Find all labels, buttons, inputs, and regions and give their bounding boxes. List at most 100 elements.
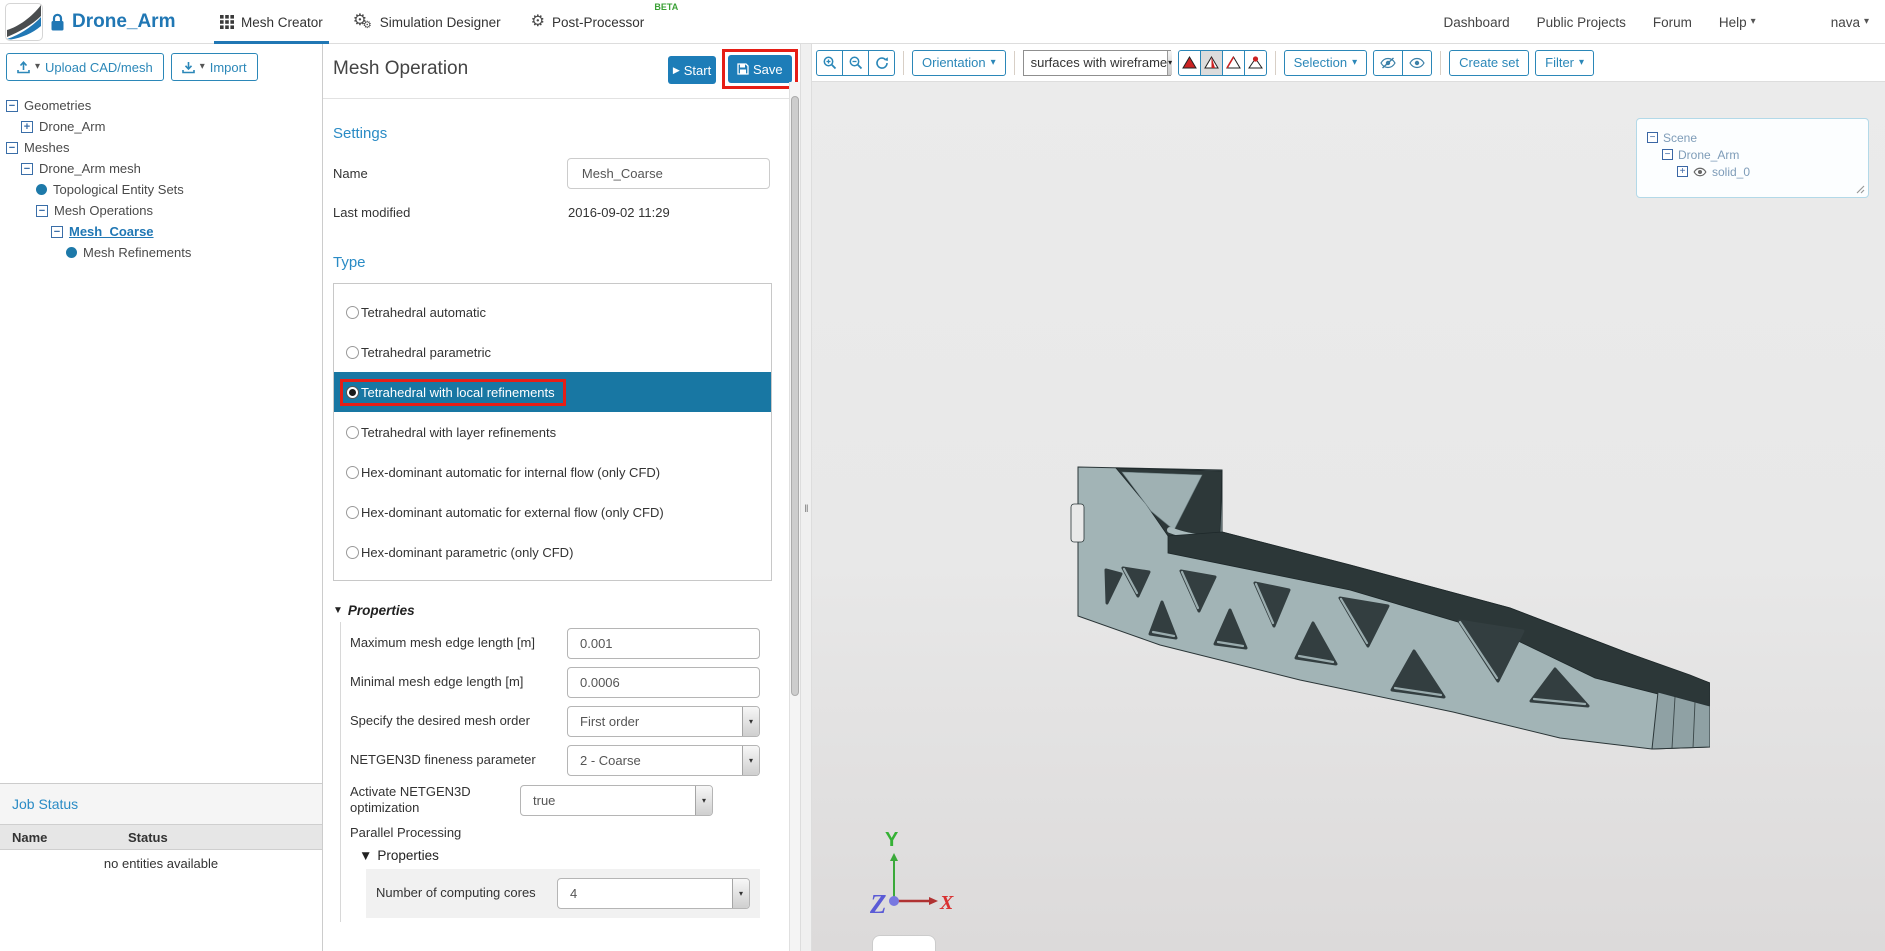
collapse-icon[interactable]: −: [6, 141, 18, 154]
import-button[interactable]: ▾ Import: [170, 53, 258, 81]
splitter-grip-icon[interactable]: ‖: [802, 504, 811, 515]
type-option-hex-internal-flow[interactable]: Hex-dominant automatic for internal flow…: [334, 452, 771, 492]
scene-node-root[interactable]: − Scene: [1647, 129, 1858, 146]
radio-checked-icon[interactable]: [346, 385, 359, 399]
render-canvas[interactable]: − Scene − Drone_Arm + solid_0 Y Z X: [812, 82, 1885, 951]
expand-icon[interactable]: +: [21, 120, 33, 133]
radio-icon[interactable]: [346, 425, 359, 439]
main-tabs: Mesh Creator ⚙ ⚙ Simulation Designer ⚙ P…: [214, 0, 679, 44]
mesh-order-select[interactable]: First order ▾: [567, 706, 760, 737]
render-surfaces-wireframe-button[interactable]: [1199, 49, 1223, 76]
chevron-down-icon: ▾: [199, 61, 205, 72]
orientation-dropdown-button[interactable]: Orientation ▾: [912, 49, 1006, 76]
radio-icon[interactable]: [346, 345, 359, 359]
reset-view-button[interactable]: [868, 49, 895, 76]
nav-link-forum[interactable]: Forum: [1653, 15, 1692, 30]
tree-item-meshes[interactable]: − Meshes: [0, 137, 322, 158]
max-edge-length-row: Maximum mesh edge length [m]: [350, 628, 760, 659]
radio-icon[interactable]: [346, 505, 359, 519]
panel-splitter[interactable]: ‖: [800, 44, 812, 951]
radio-icon[interactable]: [346, 545, 359, 559]
nav-link-public-projects[interactable]: Public Projects: [1537, 15, 1626, 30]
axis-gizmo: Y Z X: [870, 829, 954, 919]
type-option-hex-parametric[interactable]: Hex-dominant parametric (only CFD): [334, 532, 771, 572]
viewport-3d: Orientation ▾ surfaces with wireframe ▾: [812, 44, 1885, 951]
zoom-out-button[interactable]: [842, 49, 869, 76]
mesh-name-input[interactable]: [566, 158, 770, 189]
type-option-tetrahedral-automatic[interactable]: Tetrahedral automatic: [334, 292, 771, 332]
nav-link-dashboard[interactable]: Dashboard: [1444, 15, 1510, 30]
resize-handle-icon[interactable]: [1856, 185, 1865, 194]
nav-menu-help[interactable]: Help ▾: [1719, 15, 1756, 30]
save-button[interactable]: Save: [728, 55, 792, 83]
parallel-properties-block: Number of computing cores 4 ▾: [366, 868, 760, 918]
save-annotation-box: Save: [722, 49, 798, 89]
upload-icon: [17, 60, 30, 73]
properties-heading[interactable]: ▼ Properties: [333, 603, 770, 618]
render-surfaces-button[interactable]: [1177, 49, 1201, 76]
tree-item-drone-arm-mesh[interactable]: − Drone_Arm mesh: [0, 158, 322, 179]
collapse-icon[interactable]: −: [1662, 149, 1673, 160]
optimization-select[interactable]: true ▾: [520, 784, 713, 816]
radio-icon[interactable]: [346, 305, 359, 319]
radio-icon[interactable]: [346, 465, 359, 479]
render-points-button[interactable]: [1243, 49, 1267, 76]
min-edge-length-label: Minimal mesh edge length [m]: [350, 674, 524, 690]
nav-menu-user[interactable]: nava ▾: [1831, 15, 1869, 30]
collapse-icon[interactable]: −: [36, 204, 48, 217]
selection-dropdown-button[interactable]: Selection ▾: [1283, 49, 1368, 76]
visibility-button-group: [1373, 49, 1433, 76]
drone-arm-model[interactable]: [1050, 440, 1710, 750]
y-axis-label: Y: [885, 829, 899, 851]
scrollbar-thumb[interactable]: [791, 96, 799, 696]
fineness-label: NETGEN3D fineness parameter: [350, 752, 536, 768]
upload-cad-mesh-button[interactable]: ▾ Upload CAD/mesh: [6, 53, 164, 81]
tree-item-drone-arm[interactable]: + Drone_Arm: [0, 116, 322, 137]
z-axis-label: Z: [870, 889, 887, 919]
tab-post-processor[interactable]: ⚙ Post-Processor BETA: [531, 0, 679, 44]
tab-mesh-creator[interactable]: Mesh Creator: [214, 0, 329, 44]
computing-cores-select[interactable]: 4 ▾: [557, 877, 750, 909]
expand-icon[interactable]: +: [1677, 166, 1688, 177]
tab-simulation-designer[interactable]: ⚙ ⚙ Simulation Designer: [353, 0, 501, 44]
type-option-tetrahedral-layer-refinements[interactable]: Tetrahedral with layer refinements: [334, 412, 771, 452]
fineness-select[interactable]: 2 - Coarse ▾: [567, 745, 760, 776]
zoom-out-icon: [849, 56, 862, 69]
viewport-toolbar: Orientation ▾ surfaces with wireframe ▾: [812, 44, 1885, 82]
zoom-in-icon: [823, 56, 836, 69]
render-wireframe-button[interactable]: [1221, 49, 1245, 76]
tree-item-mesh-coarse[interactable]: − Mesh_Coarse: [0, 221, 322, 242]
tree-item-geometries[interactable]: − Geometries: [0, 95, 322, 116]
mesh-type-list: Tetrahedral automatic Tetrahedral parame…: [333, 283, 772, 581]
max-edge-length-input[interactable]: [567, 628, 760, 659]
nested-properties-heading[interactable]: ▼ Properties: [359, 848, 760, 863]
selected-type-annotation-box: Tetrahedral with local refinements: [340, 378, 566, 406]
zoom-in-button[interactable]: [816, 49, 843, 76]
select-arrow-icon: ▾: [742, 746, 759, 775]
scene-node-drone-arm[interactable]: − Drone_Arm: [1647, 146, 1858, 163]
eye-icon[interactable]: [1693, 167, 1707, 177]
filter-dropdown-button[interactable]: Filter ▾: [1535, 49, 1595, 76]
display-mode-select[interactable]: surfaces with wireframe ▾: [1022, 49, 1173, 76]
hide-selection-button[interactable]: [1373, 49, 1404, 76]
tree-item-mesh-refinements[interactable]: Mesh Refinements: [0, 242, 322, 263]
tree-item-mesh-operations[interactable]: − Mesh Operations: [0, 200, 322, 221]
min-edge-length-input[interactable]: [567, 667, 760, 698]
collapse-icon[interactable]: −: [6, 99, 18, 112]
app-logo-icon[interactable]: [5, 3, 43, 41]
collapse-icon[interactable]: −: [1647, 132, 1658, 143]
viewport-bottom-widget[interactable]: [872, 935, 936, 951]
grid-icon: [220, 15, 234, 29]
project-title: Drone_Arm: [72, 11, 176, 32]
show-selection-button[interactable]: [1402, 49, 1433, 76]
panel-scrollbar[interactable]: [789, 82, 800, 951]
tree-item-topological-entity-sets[interactable]: Topological Entity Sets: [0, 179, 322, 200]
collapse-icon[interactable]: −: [21, 162, 33, 175]
type-option-hex-external-flow[interactable]: Hex-dominant automatic for external flow…: [334, 492, 771, 532]
type-option-tetrahedral-parametric[interactable]: Tetrahedral parametric: [334, 332, 771, 372]
collapse-icon[interactable]: −: [51, 225, 63, 238]
create-set-button[interactable]: Create set: [1449, 49, 1530, 76]
start-button[interactable]: ▶ Start: [668, 56, 716, 84]
type-option-tetrahedral-local-refinements[interactable]: Tetrahedral with local refinements: [334, 372, 771, 412]
scene-node-solid-0[interactable]: + solid_0: [1647, 163, 1858, 180]
